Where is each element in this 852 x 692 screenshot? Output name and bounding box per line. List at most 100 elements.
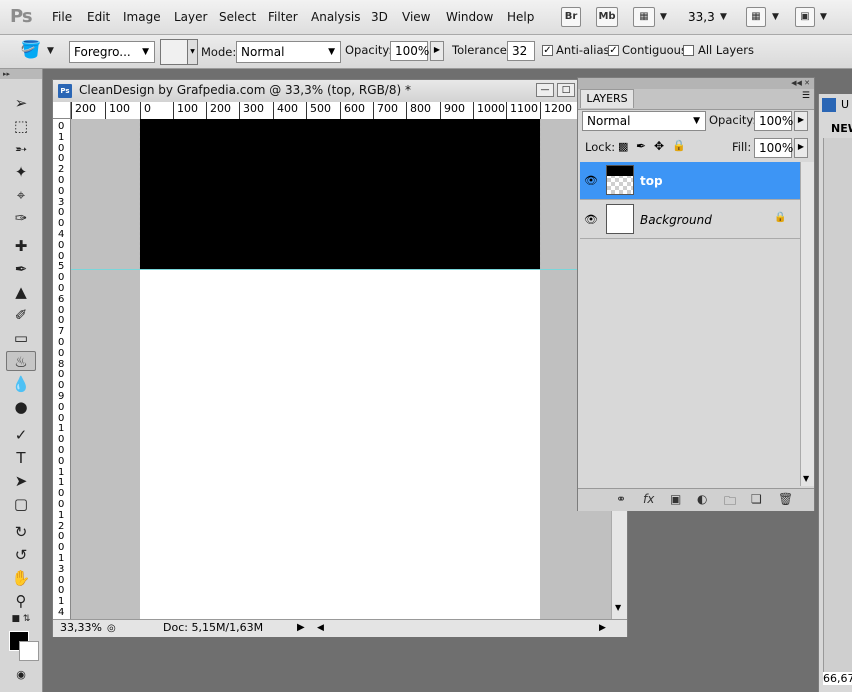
arrange-documents-button[interactable]: ▦ xyxy=(746,7,766,27)
healing-brush-tool-icon[interactable]: ✚ xyxy=(6,236,36,256)
history-brush-tool-icon[interactable]: ✐ xyxy=(6,305,36,325)
screen-mode-button[interactable]: ▣ xyxy=(795,7,815,27)
panel-collapse-bar[interactable]: ◀◀ ✕ xyxy=(578,78,814,89)
fill-source-select[interactable]: Foregro... ▼ xyxy=(69,41,155,63)
layer-row-top[interactable]: 👁 top xyxy=(580,162,800,200)
chevron-down-icon[interactable]: ▼ xyxy=(660,12,667,22)
status-zoom[interactable]: 33,33% xyxy=(60,620,102,636)
clone-stamp-tool-icon[interactable]: ▲ xyxy=(6,282,36,302)
opacity-input[interactable]: 100% xyxy=(390,41,429,61)
lock-transparency-icon[interactable]: ▩ xyxy=(618,140,628,153)
zoom-level[interactable]: 33,3 xyxy=(688,10,715,24)
3d-rotate-tool-icon[interactable]: ↻ xyxy=(6,522,36,542)
hand-tool-icon[interactable]: ✋ xyxy=(6,568,36,588)
crop-tool-icon[interactable]: ⌖ xyxy=(6,185,36,205)
menu-layer[interactable]: Layer xyxy=(174,10,207,24)
canvas-area[interactable] xyxy=(71,119,611,619)
menu-view[interactable]: View xyxy=(402,10,430,24)
toolbox-header[interactable]: ▸▸ xyxy=(0,69,42,79)
menu-3d[interactable]: 3D xyxy=(371,10,388,24)
menu-file[interactable]: File xyxy=(52,10,72,24)
right-panel-tab[interactable]: NEW xyxy=(831,122,852,135)
layer-opacity-input[interactable]: 100% xyxy=(754,111,793,131)
blend-mode-select[interactable]: Normal ▼ xyxy=(582,111,706,131)
scroll-right-icon[interactable]: ▶ xyxy=(599,620,606,636)
maximize-button[interactable]: □ xyxy=(557,83,575,97)
minimize-button[interactable]: — xyxy=(536,83,554,97)
document-title-bar[interactable]: Ps CleanDesign by Grafpedia.com @ 33,3% … xyxy=(53,80,627,103)
opacity-slider-button[interactable]: ▶ xyxy=(430,41,444,61)
new-group-icon[interactable]: 🗀 xyxy=(724,492,736,513)
pattern-picker[interactable] xyxy=(160,39,188,65)
swap-colors-icon[interactable]: ■ ⇅ xyxy=(6,612,36,626)
new-layer-icon[interactable]: ❏ xyxy=(751,492,762,506)
horizontal-guide[interactable] xyxy=(71,269,611,270)
tab-layers[interactable]: LAYERS xyxy=(580,89,634,108)
eraser-tool-icon[interactable]: ▭ xyxy=(6,328,36,348)
move-tool-icon[interactable]: ➢ xyxy=(6,93,36,113)
add-mask-icon[interactable]: ▣ xyxy=(670,492,681,506)
scroll-down-icon[interactable]: ▼ xyxy=(803,474,809,483)
pattern-picker-arrow[interactable]: ▼ xyxy=(187,39,198,65)
layer-name[interactable]: top xyxy=(640,174,663,188)
layer-row-background[interactable]: 👁 Background 🔒 xyxy=(580,201,800,239)
panel-menu-icon[interactable]: ☰ xyxy=(802,91,810,101)
status-preview-icon[interactable]: ◎ xyxy=(107,621,116,637)
layer-name[interactable]: Background xyxy=(640,213,712,227)
blur-tool-icon[interactable]: 💧 xyxy=(6,374,36,394)
scroll-left-icon[interactable]: ◀ xyxy=(317,620,324,636)
lock-pixels-icon[interactable]: ✒ xyxy=(636,139,646,153)
chevron-down-icon[interactable]: ▼ xyxy=(820,12,827,22)
type-tool-icon[interactable]: T xyxy=(6,448,36,468)
zoom-tool-icon[interactable]: ⚲ xyxy=(6,591,36,611)
pen-tool-icon[interactable]: ✓ xyxy=(6,425,36,445)
background-color-swatch[interactable] xyxy=(19,641,39,661)
quick-selection-tool-icon[interactable]: ✦ xyxy=(6,162,36,182)
layers-scrollbar[interactable]: ▼ xyxy=(800,162,814,486)
chevron-down-icon[interactable]: ▼ xyxy=(720,12,727,22)
vertical-ruler[interactable]: 0100200300400500600700800900100011001200… xyxy=(53,119,71,619)
marquee-tool-icon[interactable]: ⬚ xyxy=(6,116,36,136)
menu-analysis[interactable]: Analysis xyxy=(311,10,360,24)
ruler-origin[interactable] xyxy=(53,102,71,119)
shape-tool-icon[interactable]: ▢ xyxy=(6,494,36,514)
menu-edit[interactable]: Edit xyxy=(87,10,110,24)
lasso-tool-icon[interactable]: ➵ xyxy=(6,139,36,159)
quick-mask-icon[interactable]: ◉ xyxy=(6,665,36,685)
path-selection-tool-icon[interactable]: ➤ xyxy=(6,471,36,491)
fill-input[interactable]: 100% xyxy=(754,138,793,158)
tolerance-input[interactable]: 32 xyxy=(507,41,535,61)
antialias-checkbox[interactable]: ✓ xyxy=(542,45,553,56)
brush-tool-icon[interactable]: ✒ xyxy=(6,259,36,279)
menu-window[interactable]: Window xyxy=(446,10,493,24)
paint-bucket-tool-icon[interactable]: ♨ xyxy=(6,351,36,371)
menu-filter[interactable]: Filter xyxy=(268,10,298,24)
eyedropper-tool-icon[interactable]: ✑ xyxy=(6,208,36,228)
menu-select[interactable]: Select xyxy=(219,10,256,24)
paint-bucket-icon[interactable]: 🪣 xyxy=(20,40,41,60)
view-extras-button[interactable]: ▦ xyxy=(633,7,655,27)
all-layers-checkbox[interactable] xyxy=(683,45,694,56)
link-layers-icon[interactable]: ⚭ xyxy=(616,492,626,506)
3d-orbit-tool-icon[interactable]: ↺ xyxy=(6,545,36,565)
adjustment-layer-icon[interactable]: ◐ xyxy=(697,492,707,506)
chevron-down-icon[interactable]: ▼ xyxy=(47,46,54,56)
bridge-button[interactable]: Br xyxy=(561,7,581,27)
mini-bridge-button[interactable]: Mb xyxy=(596,7,618,27)
lock-position-icon[interactable]: ✥ xyxy=(654,139,664,153)
chevron-down-icon[interactable]: ▼ xyxy=(772,12,779,22)
delete-layer-icon[interactable]: 🗑 xyxy=(778,492,793,506)
eye-icon[interactable]: 👁 xyxy=(584,174,598,187)
lock-all-icon[interactable]: 🔒 xyxy=(672,139,686,152)
contiguous-checkbox[interactable]: ✓ xyxy=(608,45,619,56)
horizontal-ruler[interactable]: 200 100 0 100 200 300 400 500 600 700 80… xyxy=(71,102,627,120)
scroll-down-icon[interactable]: ▼ xyxy=(615,603,621,612)
eye-icon[interactable]: 👁 xyxy=(584,213,598,226)
status-menu-arrow-icon[interactable]: ▶ xyxy=(297,620,305,636)
menu-help[interactable]: Help xyxy=(507,10,534,24)
fill-slider-button[interactable]: ▶ xyxy=(794,138,808,158)
layer-opacity-slider-button[interactable]: ▶ xyxy=(794,111,808,131)
mode-select[interactable]: Normal ▼ xyxy=(236,41,341,63)
menu-image[interactable]: Image xyxy=(123,10,161,24)
dodge-tool-icon[interactable]: ● xyxy=(6,397,36,417)
